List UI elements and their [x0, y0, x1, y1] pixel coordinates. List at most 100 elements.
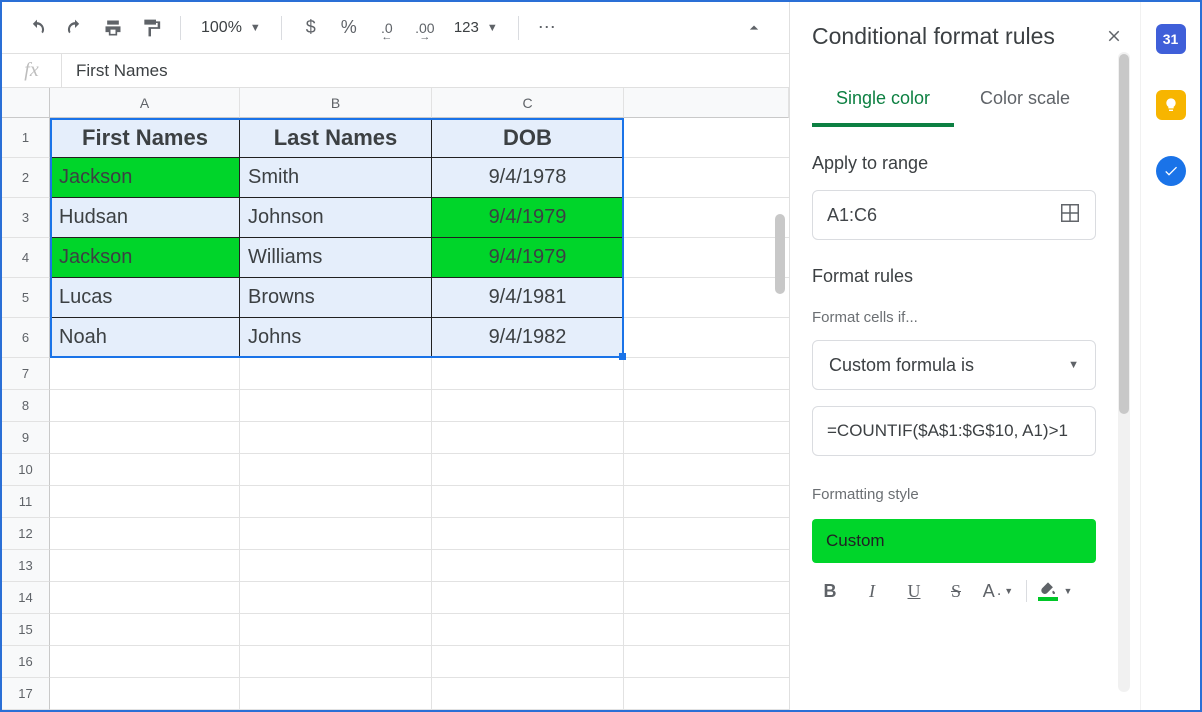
cell[interactable]: Lucas	[50, 278, 240, 318]
condition-dropdown[interactable]: Custom formula is ▼	[812, 340, 1096, 390]
row-header[interactable]: 1	[2, 118, 50, 158]
range-input[interactable]: A1:C6	[812, 190, 1096, 240]
cell[interactable]	[240, 454, 432, 486]
increase-decimal-button[interactable]: .00→	[408, 11, 442, 45]
style-preview[interactable]: Custom	[812, 519, 1096, 563]
cell[interactable]	[50, 454, 240, 486]
decrease-decimal-button[interactable]: .0←	[370, 11, 404, 45]
row-header[interactable]: 10	[2, 454, 50, 486]
panel-scrollbar[interactable]	[1118, 52, 1130, 692]
cell[interactable]	[432, 614, 624, 646]
cell[interactable]	[50, 358, 240, 390]
keep-addon-icon[interactable]	[1156, 90, 1186, 120]
col-header[interactable]: C	[432, 88, 624, 118]
cell[interactable]	[240, 614, 432, 646]
cell[interactable]: First Names	[50, 118, 240, 158]
cell[interactable]	[432, 582, 624, 614]
cell[interactable]: Johns	[240, 318, 432, 358]
cell[interactable]	[240, 582, 432, 614]
more-button[interactable]: ⋯	[531, 11, 565, 45]
calendar-addon-icon[interactable]: 31	[1156, 24, 1186, 54]
cell[interactable]	[432, 518, 624, 550]
cell[interactable]: Jackson	[50, 238, 240, 278]
row-header[interactable]: 7	[2, 358, 50, 390]
cell[interactable]	[50, 390, 240, 422]
cell[interactable]	[50, 646, 240, 678]
underline-button[interactable]: U	[896, 573, 932, 609]
row-header[interactable]: 16	[2, 646, 50, 678]
cell[interactable]: Jackson	[50, 158, 240, 198]
collapse-toolbar-button[interactable]	[737, 11, 771, 45]
cell[interactable]: 9/4/1981	[432, 278, 624, 318]
row-header[interactable]: 6	[2, 318, 50, 358]
paint-format-button[interactable]	[134, 11, 168, 45]
undo-button[interactable]	[20, 11, 54, 45]
cell[interactable]: 9/4/1978	[432, 158, 624, 198]
zoom-dropdown[interactable]: 100% ▼	[193, 19, 269, 37]
fill-color-button[interactable]: ▼	[1037, 573, 1073, 609]
cell[interactable]	[50, 678, 240, 710]
cell[interactable]: Browns	[240, 278, 432, 318]
cell[interactable]	[432, 358, 624, 390]
cell[interactable]	[240, 550, 432, 582]
row-header[interactable]: 12	[2, 518, 50, 550]
cell[interactable]: Last Names	[240, 118, 432, 158]
cell[interactable]	[240, 486, 432, 518]
row-header[interactable]: 3	[2, 198, 50, 238]
cell[interactable]	[432, 550, 624, 582]
cell[interactable]	[240, 422, 432, 454]
col-header[interactable]: A	[50, 88, 240, 118]
cell[interactable]: Smith	[240, 158, 432, 198]
col-header[interactable]: B	[240, 88, 432, 118]
col-header[interactable]	[624, 88, 789, 118]
cell[interactable]	[50, 614, 240, 646]
cell[interactable]	[50, 518, 240, 550]
row-header[interactable]: 15	[2, 614, 50, 646]
cell[interactable]	[240, 390, 432, 422]
cell[interactable]	[50, 550, 240, 582]
redo-button[interactable]	[58, 11, 92, 45]
cell[interactable]	[50, 582, 240, 614]
row-header[interactable]: 5	[2, 278, 50, 318]
formula-input[interactable]: First Names	[62, 61, 789, 81]
tasks-addon-icon[interactable]	[1156, 156, 1186, 186]
cell[interactable]: DOB	[432, 118, 624, 158]
cell[interactable]: 9/4/1982	[432, 318, 624, 358]
cell[interactable]	[432, 454, 624, 486]
select-all-corner[interactable]	[2, 88, 50, 118]
tab-single-color[interactable]: Single color	[812, 80, 954, 127]
text-color-button[interactable]: A.▼	[980, 573, 1016, 609]
row-header[interactable]: 8	[2, 390, 50, 422]
vertical-scrollbar[interactable]	[775, 214, 785, 294]
strikethrough-button[interactable]: S	[938, 573, 974, 609]
cell[interactable]: Noah	[50, 318, 240, 358]
cell[interactable]	[432, 678, 624, 710]
row-header[interactable]: 9	[2, 422, 50, 454]
select-range-icon[interactable]	[1059, 202, 1081, 229]
print-button[interactable]	[96, 11, 130, 45]
number-format-dropdown[interactable]: 123 ▼	[446, 19, 506, 36]
cell[interactable]: 9/4/1979	[432, 238, 624, 278]
cell[interactable]	[240, 678, 432, 710]
row-header[interactable]: 11	[2, 486, 50, 518]
close-button[interactable]	[1098, 20, 1130, 52]
cell[interactable]	[50, 422, 240, 454]
cell[interactable]	[432, 390, 624, 422]
cell[interactable]	[240, 518, 432, 550]
cell[interactable]: Hudsan	[50, 198, 240, 238]
tab-color-scale[interactable]: Color scale	[954, 80, 1096, 127]
cell[interactable]: 9/4/1979	[432, 198, 624, 238]
cell[interactable]	[240, 646, 432, 678]
cell[interactable]	[432, 646, 624, 678]
cell[interactable]	[432, 486, 624, 518]
row-header[interactable]: 4	[2, 238, 50, 278]
custom-formula-input[interactable]: =COUNTIF($A$1:$G$10, A1)>1	[812, 406, 1096, 456]
cell[interactable]	[50, 486, 240, 518]
row-header[interactable]: 13	[2, 550, 50, 582]
row-header[interactable]: 14	[2, 582, 50, 614]
cell[interactable]: Johnson	[240, 198, 432, 238]
currency-button[interactable]: $	[294, 11, 328, 45]
percent-button[interactable]: %	[332, 11, 366, 45]
cell[interactable]: Williams	[240, 238, 432, 278]
row-header[interactable]: 17	[2, 678, 50, 710]
